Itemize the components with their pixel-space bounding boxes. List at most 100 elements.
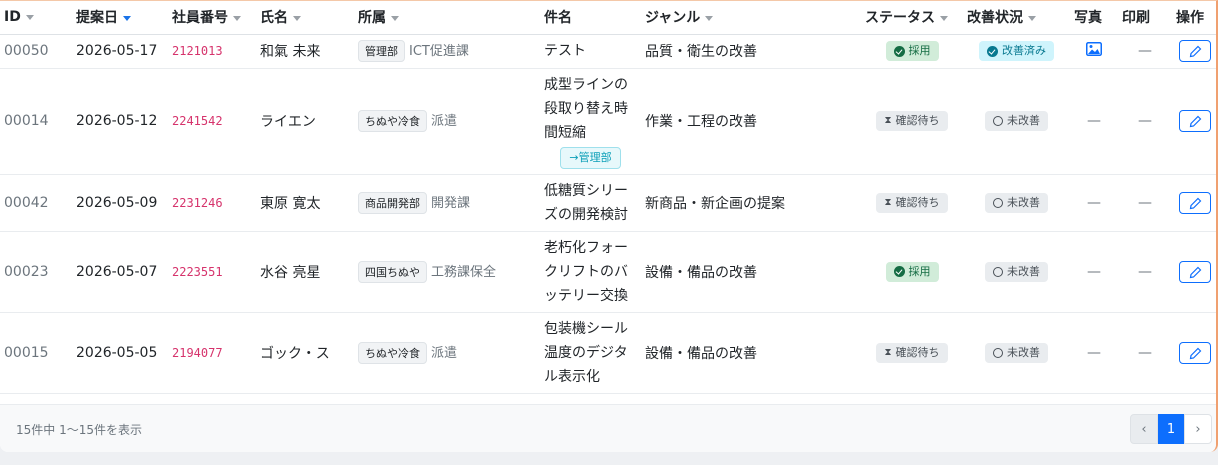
cell-genre: 設備・備品の改善 xyxy=(641,312,861,394)
table-header-row: ID 提案日 社員番号 氏名 所属 件名 ジャンル ステータス 改善状況 写真 … xyxy=(0,1,1216,35)
col-improve-label: 改善状況 xyxy=(967,10,1023,27)
col-date-label: 提案日 xyxy=(76,10,118,27)
empty-circle-icon xyxy=(993,347,1003,358)
empty-circle-icon xyxy=(993,197,1003,208)
edit-button[interactable] xyxy=(1179,191,1211,214)
cell-name: 和氣 未来 xyxy=(256,34,354,69)
cell-genre: 設備・備品の改善 xyxy=(641,231,861,313)
sort-caret-icon xyxy=(391,15,399,21)
hourglass-icon: ⧗ xyxy=(884,196,892,208)
cell-subject: 包装機シール温度のデジタル表示化 xyxy=(540,312,641,394)
section-text: 派遣 xyxy=(431,345,458,361)
col-name-label: 氏名 xyxy=(260,10,288,27)
improve-badge: 未改善 xyxy=(985,111,1048,131)
col-action-label: 操作 xyxy=(1176,10,1204,27)
hourglass-icon: ⧗ xyxy=(884,115,892,126)
edit-button[interactable] xyxy=(1179,40,1211,62)
cell-genre: 新商品・新企画の提案 xyxy=(641,174,861,232)
cell-status: ⧗ 確認待ち xyxy=(861,68,963,175)
cell-photo[interactable] xyxy=(1070,34,1118,69)
suggestion-table: ID 提案日 社員番号 氏名 所属 件名 ジャンル ステータス 改善状況 写真 … xyxy=(0,1,1216,404)
section-text: 工務課保全 xyxy=(431,264,497,280)
cell-improve: 改善済み xyxy=(963,34,1070,69)
col-improve-header[interactable]: 改善状況 xyxy=(963,1,1070,35)
pencil-icon xyxy=(1189,266,1202,278)
status-badge: ⧗ 確認待ち xyxy=(876,192,948,213)
subject-text: 包装機シール温度のデジタル表示化 xyxy=(544,320,628,385)
table-row[interactable]: 00023 2026-05-07 2223551 水谷 亮星 四国ちぬや 工務課保… xyxy=(0,231,1216,313)
col-emp-label: 社員番号 xyxy=(172,10,228,27)
cell-id: 00015 xyxy=(0,312,72,394)
col-photo-label: 写真 xyxy=(1074,10,1102,27)
cell-improve: 未改善 xyxy=(963,174,1070,232)
page-button-current[interactable]: 1 xyxy=(1158,414,1184,444)
cell-name: ライエン xyxy=(256,68,354,175)
col-status-header[interactable]: ステータス xyxy=(861,1,963,35)
cell-dept: 管理部 ICT促進課 xyxy=(354,34,540,69)
sort-caret-icon xyxy=(293,15,301,21)
cell-print: — xyxy=(1118,231,1172,313)
col-photo-header: 写真 xyxy=(1070,1,1118,35)
cell-date: 2026-05-07 xyxy=(72,231,168,313)
edit-button[interactable] xyxy=(1179,341,1211,364)
section-text: 派遣 xyxy=(431,114,458,129)
edit-button[interactable] xyxy=(1179,260,1211,283)
cell-improve: 未改善 xyxy=(963,231,1070,313)
cell-name: ゴック・ス xyxy=(256,312,354,394)
col-emp-header[interactable]: 社員番号 xyxy=(168,1,256,35)
suggestion-list-card: ID 提案日 社員番号 氏名 所属 件名 ジャンル ステータス 改善状況 写真 … xyxy=(0,0,1218,452)
cell-genre: 作業・工程の改善 xyxy=(641,68,861,175)
cell-action xyxy=(1172,231,1216,313)
table-row[interactable]: 00015 2026-05-05 2194077 ゴック・ス ちぬや冷食 派遣 包… xyxy=(0,312,1216,394)
status-label: 確認待ち xyxy=(895,345,940,359)
table-container: ID 提案日 社員番号 氏名 所属 件名 ジャンル ステータス 改善状況 写真 … xyxy=(0,1,1216,404)
cell-date: 2026-05-17 xyxy=(72,34,168,69)
subject-text: 低糖質シリーズの開発検討 xyxy=(544,182,628,223)
cell-print: — xyxy=(1118,34,1172,69)
cell-id: 00042 xyxy=(0,174,72,232)
next-page-button[interactable]: › xyxy=(1184,414,1212,444)
status-label: 確認待ち xyxy=(895,195,940,209)
cell-date: 2026-05-05 xyxy=(72,312,168,394)
improve-label: 未改善 xyxy=(1007,345,1040,359)
subject-text: 老朽化フォークリフトのバッテリー交換 xyxy=(544,239,628,304)
cell-status: ⧗ 確認待ち xyxy=(861,312,963,394)
improve-badge: 未改善 xyxy=(985,192,1048,213)
dept-badge: 管理部 xyxy=(358,40,405,62)
col-subject-header: 件名 xyxy=(540,1,641,35)
col-dept-label: 所属 xyxy=(358,10,386,27)
table-footer: 15件中 1〜15件を表示 ‹ 1 › xyxy=(0,404,1216,452)
cell-improve: 未改善 xyxy=(963,68,1070,175)
col-dept-header[interactable]: 所属 xyxy=(354,1,540,35)
pencil-icon xyxy=(1189,115,1202,128)
status-badge: ⧗ 確認待ち xyxy=(876,111,948,131)
sort-caret-icon xyxy=(940,15,948,21)
dept-badge: 商品開発部 xyxy=(358,191,427,214)
col-date-header[interactable]: 提案日 xyxy=(72,1,168,35)
cell-emp-number: 2223551 xyxy=(168,231,256,313)
improve-badge: 改善済み xyxy=(979,41,1054,61)
cell-improve: 未改善 xyxy=(963,312,1070,394)
image-icon[interactable] xyxy=(1086,42,1102,56)
improve-label: 未改善 xyxy=(1007,195,1040,209)
status-label: 採用 xyxy=(908,44,931,57)
check-circle-icon xyxy=(987,45,998,57)
status-label: 確認待ち xyxy=(895,114,940,127)
section-text: ICT促進課 xyxy=(409,44,469,59)
status-badge: ⧗ 確認待ち xyxy=(876,342,948,363)
col-genre-header[interactable]: ジャンル xyxy=(641,1,861,35)
table-row[interactable]: 00050 2026-05-17 2121013 和氣 未来 管理部 ICT促進課… xyxy=(0,34,1216,69)
col-print-label: 印刷 xyxy=(1122,10,1150,27)
col-id-header[interactable]: ID xyxy=(0,1,72,35)
cell-subject: 成型ラインの段取り替え時間短縮 →管理部 xyxy=(540,68,641,175)
table-row[interactable]: 00014 2026-05-12 2241542 ライエン ちぬや冷食 派遣 成型… xyxy=(0,68,1216,175)
prev-page-button[interactable]: ‹ xyxy=(1130,414,1158,444)
edit-button[interactable] xyxy=(1179,110,1211,132)
improve-label: 未改善 xyxy=(1007,264,1040,278)
empty-circle-icon xyxy=(993,266,1003,277)
cell-emp-number: 2121013 xyxy=(168,34,256,69)
cell-photo: — xyxy=(1070,68,1118,175)
col-name-header[interactable]: 氏名 xyxy=(256,1,354,35)
table-row[interactable]: 00042 2026-05-09 2231246 東原 寛太 商品開発部 開発課 … xyxy=(0,174,1216,232)
cell-subject: 低糖質シリーズの開発検討 xyxy=(540,174,641,232)
